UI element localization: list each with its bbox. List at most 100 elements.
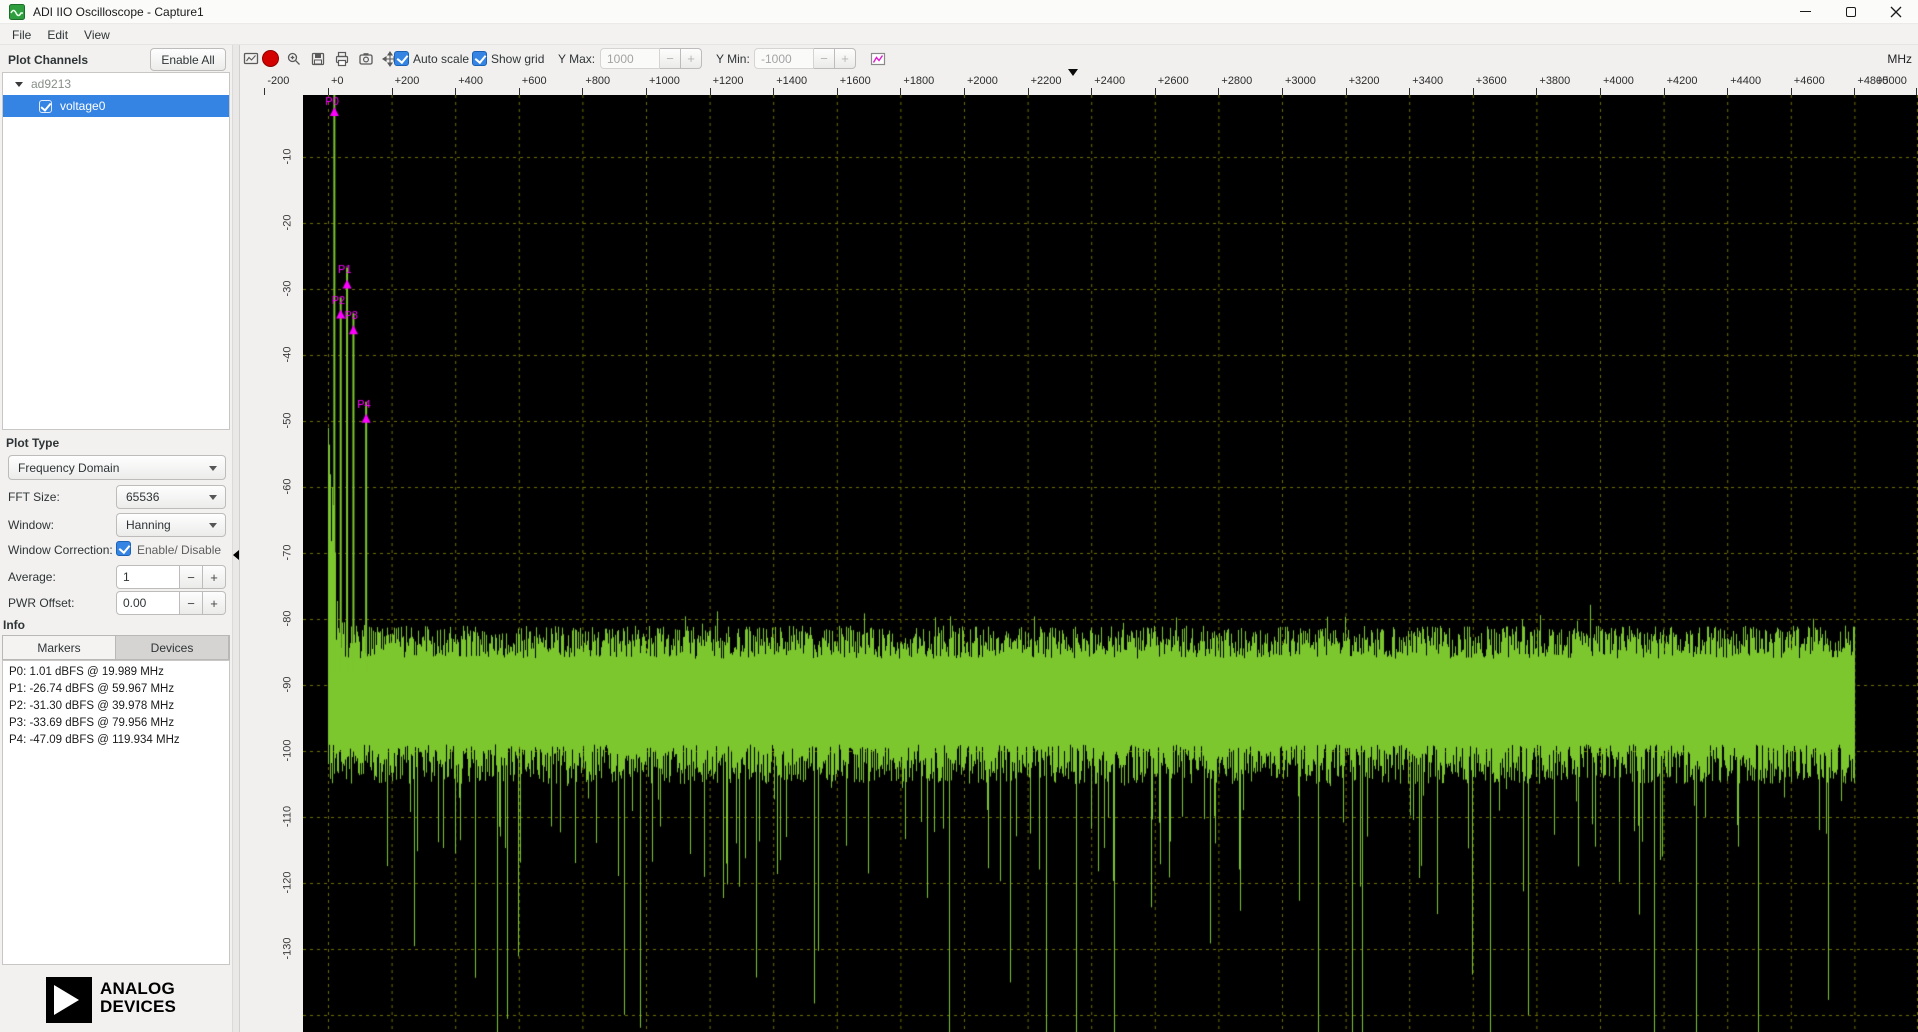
- x-tick-label: +2800: [1221, 75, 1252, 87]
- y-tick-label: -50: [282, 403, 295, 439]
- x-tick-label: +4000: [1603, 75, 1634, 87]
- y-min-input[interactable]: [754, 48, 814, 69]
- x-tick: [519, 88, 520, 95]
- minimize-button[interactable]: [1783, 0, 1828, 24]
- snapshot-icon[interactable]: [358, 51, 374, 67]
- info-heading: Info: [3, 618, 25, 632]
- y-min-decrement-button[interactable]: −: [814, 48, 835, 69]
- x-tick: [837, 88, 838, 95]
- window-combo[interactable]: Hanning: [116, 513, 226, 537]
- fft-size-label: FFT Size:: [8, 490, 60, 504]
- plot-type-heading: Plot Type: [6, 436, 59, 450]
- x-tick-label: +0: [331, 75, 344, 87]
- x-tick: [1791, 88, 1792, 95]
- x-tick: [1916, 88, 1917, 95]
- chevron-down-icon: [209, 466, 217, 471]
- menu-view[interactable]: View: [76, 26, 118, 44]
- y-tick-label: -110: [282, 799, 295, 835]
- chevron-down-icon: [209, 495, 217, 500]
- y-max-input[interactable]: [600, 48, 660, 69]
- tree-channel-row[interactable]: voltage0: [3, 95, 229, 117]
- x-tick: [1346, 88, 1347, 95]
- show-grid-checkbox[interactable]: [472, 51, 487, 66]
- pwr-offset-input[interactable]: [116, 591, 180, 615]
- tree-device-row[interactable]: ad9213: [3, 73, 229, 95]
- fft-size-combo[interactable]: 65536: [116, 485, 226, 509]
- y-tick-label: -100: [282, 733, 295, 769]
- channel-checkbox[interactable]: [39, 100, 52, 113]
- x-tick: [392, 88, 393, 95]
- x-axis-unit-label: MHz: [1887, 52, 1912, 66]
- close-button[interactable]: [1873, 0, 1918, 24]
- tab-markers[interactable]: Markers: [3, 636, 116, 659]
- y-tick-label: -120: [282, 865, 295, 901]
- print-icon[interactable]: [334, 51, 350, 67]
- axis-marker-icon[interactable]: [1068, 69, 1078, 76]
- close-icon: [1890, 6, 1902, 18]
- chevron-down-icon: [209, 523, 217, 528]
- expander-icon[interactable]: [15, 82, 23, 87]
- auto-scale-checkbox[interactable]: [394, 51, 409, 66]
- capture-record-button[interactable]: [262, 50, 279, 67]
- pwr-offset-decrement-button[interactable]: −: [180, 591, 203, 615]
- x-tick-label: +4400: [1730, 75, 1761, 87]
- window-value: Hanning: [126, 518, 171, 532]
- plot-window-icon[interactable]: [243, 51, 259, 67]
- maximize-icon: [1846, 7, 1856, 17]
- x-tick: [964, 88, 965, 95]
- y-max-increment-button[interactable]: +: [681, 48, 702, 69]
- x-tick: [646, 88, 647, 95]
- x-tick-label: +4200: [1667, 75, 1698, 87]
- tab-devices[interactable]: Devices: [116, 636, 229, 659]
- spectrum-plot[interactable]: [303, 95, 1918, 1032]
- app-icon: [9, 4, 25, 20]
- window-correction-checkbox[interactable]: [116, 541, 131, 556]
- app-window: ADI IIO Oscilloscope - Capture1 File Edi…: [0, 0, 1918, 1032]
- info-tabs: Markers Devices: [2, 635, 230, 660]
- x-tick-label: +2200: [1031, 75, 1062, 87]
- x-tick: [1409, 88, 1410, 95]
- x-tick-label: +400: [458, 75, 483, 87]
- pane-collapse-icon[interactable]: [233, 550, 239, 560]
- x-tick: [1218, 88, 1219, 95]
- x-tick: [582, 88, 583, 95]
- x-tick: [1664, 88, 1665, 95]
- maximize-button[interactable]: [1828, 0, 1873, 24]
- menu-file[interactable]: File: [4, 26, 39, 44]
- y-max-decrement-button[interactable]: −: [660, 48, 681, 69]
- x-tick: [1282, 88, 1283, 95]
- pwr-offset-increment-button[interactable]: +: [203, 591, 226, 615]
- average-increment-button[interactable]: +: [203, 565, 226, 589]
- y-tick-label: -70: [282, 535, 295, 571]
- y-min-increment-button[interactable]: +: [835, 48, 856, 69]
- marker-readout: P1: -26.74 dBFS @ 59.967 MHz: [9, 683, 223, 700]
- y-tick-label: -60: [282, 469, 295, 505]
- x-tick: [328, 88, 329, 95]
- y-tick-label: -10: [282, 139, 295, 175]
- new-plot-icon[interactable]: [870, 51, 886, 67]
- y-min-label: Y Min:: [716, 52, 750, 66]
- enable-all-button[interactable]: Enable All: [150, 48, 226, 71]
- window-title: ADI IIO Oscilloscope - Capture1: [33, 5, 204, 19]
- pane-divider[interactable]: [232, 45, 240, 1032]
- zoom-in-icon[interactable]: [286, 51, 302, 67]
- x-tick-label: +3200: [1349, 75, 1380, 87]
- plot-region: Auto scale Show grid Y Max: − + Y Min: −…: [240, 45, 1918, 1032]
- save-icon[interactable]: [310, 51, 326, 67]
- average-decrement-button[interactable]: −: [180, 565, 203, 589]
- marker-readout: P0: 1.01 dBFS @ 19.989 MHz: [9, 666, 223, 683]
- x-tick-label: +3400: [1412, 75, 1443, 87]
- pwr-offset-label: PWR Offset:: [8, 596, 74, 610]
- marker-readout: P4: -47.09 dBFS @ 119.934 MHz: [9, 734, 223, 751]
- marker-readout: P3: -33.69 dBFS @ 79.956 MHz: [9, 717, 223, 734]
- plot-type-combo[interactable]: Frequency Domain: [8, 455, 226, 480]
- average-input[interactable]: [116, 565, 180, 589]
- x-tick-label: +2400: [1094, 75, 1125, 87]
- plot-type-value: Frequency Domain: [18, 461, 119, 475]
- x-tick: [900, 88, 901, 95]
- x-tick: [264, 88, 265, 95]
- menu-edit[interactable]: Edit: [39, 26, 76, 44]
- x-tick: [1536, 88, 1537, 95]
- x-tick-label: +1600: [840, 75, 871, 87]
- logo-line1: ANALOG: [100, 980, 176, 998]
